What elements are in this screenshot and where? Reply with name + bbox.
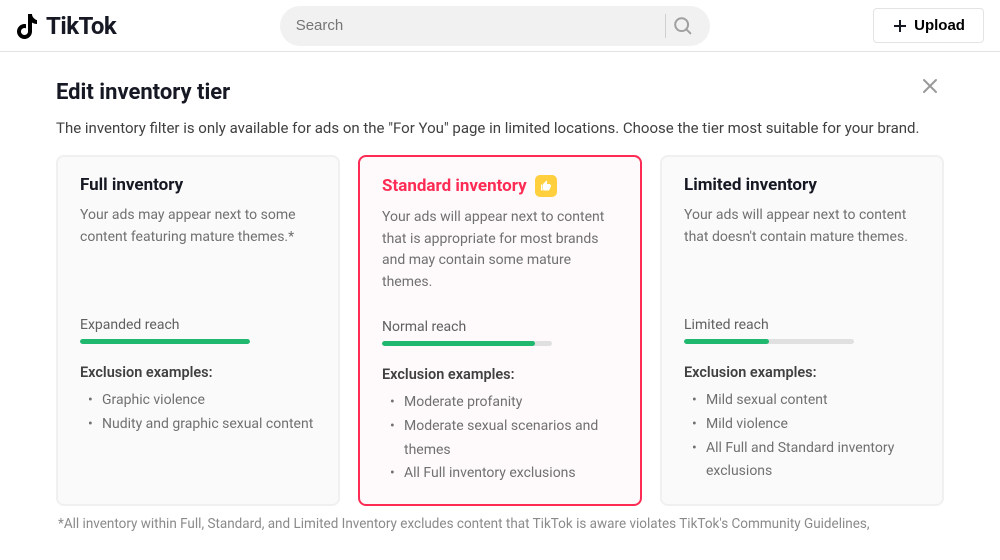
plus-icon (892, 18, 908, 34)
upload-label: Upload (914, 17, 965, 34)
tier-description: Your ads will appear next to content tha… (684, 205, 920, 317)
tier-title: Full inventory (80, 175, 316, 195)
tier-description: Your ads will appear next to content tha… (382, 207, 618, 319)
modal-title: Edit inventory tier (56, 80, 944, 105)
upload-button[interactable]: Upload (873, 8, 984, 43)
tier-card-full[interactable]: Full inventory Your ads may appear next … (56, 155, 340, 506)
tier-description: Your ads may appear next to some content… (80, 205, 316, 317)
exclusion-title: Exclusion examples: (80, 364, 316, 381)
list-item: Moderate sexual scenarios and themes (390, 415, 618, 463)
search-bar[interactable] (280, 6, 710, 46)
search-input[interactable] (296, 17, 657, 34)
thumbs-up-icon (535, 175, 557, 197)
reach-bar (684, 339, 854, 344)
list-item: Nudity and graphic sexual content (88, 413, 316, 437)
tier-card-standard[interactable]: Standard inventory Your ads will appear … (358, 155, 642, 506)
brand-logo[interactable]: TikTok (16, 12, 116, 40)
tier-cards: Full inventory Your ads may appear next … (56, 155, 944, 506)
reach-bar (80, 339, 250, 344)
close-icon (920, 76, 940, 96)
exclusion-list: Mild sexual content Mild violence All Fu… (684, 389, 920, 484)
tier-title: Limited inventory (684, 175, 920, 195)
list-item: Mild violence (692, 413, 920, 437)
app-header: TikTok Upload (0, 0, 1000, 52)
close-button[interactable] (920, 76, 940, 99)
search-icon (672, 15, 694, 37)
exclusion-list: Moderate profanity Moderate sexual scena… (382, 391, 618, 486)
tier-title: Standard inventory (382, 175, 618, 197)
exclusion-title: Exclusion examples: (684, 364, 920, 381)
tiktok-note-icon (16, 12, 42, 40)
reach-label: Expanded reach (80, 317, 316, 333)
reach-label: Limited reach (684, 317, 920, 333)
tier-card-limited[interactable]: Limited inventory Your ads will appear n… (660, 155, 944, 506)
footnote: *All inventory within Full, Standard, an… (56, 516, 944, 532)
list-item: Graphic violence (88, 389, 316, 413)
edit-inventory-modal: Edit inventory tier The inventory filter… (0, 52, 1000, 532)
modal-subtitle: The inventory filter is only available f… (56, 119, 944, 137)
reach-bar (382, 341, 552, 346)
list-item: Mild sexual content (692, 389, 920, 413)
brand-text: TikTok (46, 12, 116, 40)
exclusion-title: Exclusion examples: (382, 366, 618, 383)
list-item: All Full and Standard inventory exclusio… (692, 437, 920, 485)
reach-label: Normal reach (382, 319, 618, 335)
reach-fill (684, 339, 769, 344)
search-button[interactable] (672, 15, 694, 37)
list-item: All Full inventory exclusions (390, 462, 618, 486)
reach-fill (80, 339, 250, 344)
reach-fill (382, 341, 535, 346)
exclusion-list: Graphic violence Nudity and graphic sexu… (80, 389, 316, 437)
list-item: Moderate profanity (390, 391, 618, 415)
search-divider (665, 14, 666, 38)
